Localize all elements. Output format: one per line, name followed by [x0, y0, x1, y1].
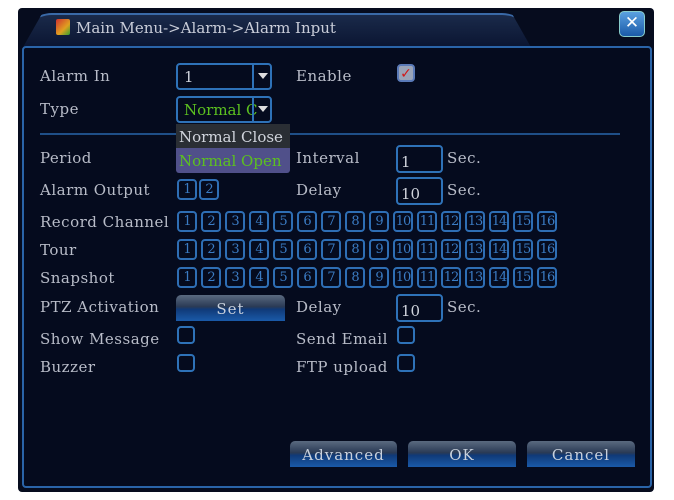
record-channel-7[interactable]: 7: [321, 211, 341, 232]
record-channel-15[interactable]: 15: [513, 211, 533, 232]
delay-input[interactable]: 10: [396, 177, 443, 205]
record-channel-13[interactable]: 13: [465, 211, 485, 232]
enable-label: Enable: [296, 67, 352, 85]
tour-14[interactable]: 14: [489, 239, 509, 260]
ptz-delay-input[interactable]: 10: [396, 294, 443, 322]
show-message-label: Show Message: [40, 330, 160, 348]
record-channel-9[interactable]: 9: [369, 211, 389, 232]
tour-12[interactable]: 12: [441, 239, 461, 260]
ptz-delay-unit: Sec.: [447, 298, 482, 316]
snapshot-7[interactable]: 7: [321, 267, 341, 288]
snapshot-14[interactable]: 14: [489, 267, 509, 288]
snapshot-15[interactable]: 15: [513, 267, 533, 288]
buzzer-label: Buzzer: [40, 358, 96, 376]
record-channel-10[interactable]: 10: [393, 211, 413, 232]
tour-6[interactable]: 6: [297, 239, 317, 260]
show-message-checkbox[interactable]: [177, 326, 195, 344]
option-normal-open[interactable]: Normal Open: [176, 148, 290, 172]
record-channel-11[interactable]: 11: [417, 211, 437, 232]
tour-7[interactable]: 7: [321, 239, 341, 260]
record-channel-5[interactable]: 5: [273, 211, 293, 232]
ftp-upload-label: FTP upload: [296, 358, 388, 376]
alarm-in-select[interactable]: 1: [176, 63, 272, 90]
record-channel-6[interactable]: 6: [297, 211, 317, 232]
record-channel-4[interactable]: 4: [249, 211, 269, 232]
ptz-activation-label: PTZ Activation: [40, 298, 160, 316]
type-value: Normal C: [184, 101, 258, 119]
type-select[interactable]: Normal C: [176, 96, 272, 123]
tour-label: Tour: [40, 241, 77, 259]
record-channel-label: Record Channel: [40, 213, 170, 231]
tour-8[interactable]: 8: [345, 239, 365, 260]
enable-checkbox[interactable]: ✓: [397, 64, 415, 82]
snapshot-8[interactable]: 8: [345, 267, 365, 288]
send-email-label: Send Email: [296, 330, 388, 348]
tour-5[interactable]: 5: [273, 239, 293, 260]
snapshot-10[interactable]: 10: [393, 267, 413, 288]
interval-unit: Sec.: [447, 149, 482, 167]
tour-15[interactable]: 15: [513, 239, 533, 260]
snapshot-3[interactable]: 3: [225, 267, 245, 288]
snapshot-1[interactable]: 1: [177, 267, 197, 288]
snapshot-4[interactable]: 4: [249, 267, 269, 288]
chevron-down-icon[interactable]: [252, 65, 270, 88]
ptz-set-button[interactable]: Set: [176, 295, 285, 321]
alarm-output-1[interactable]: 1: [177, 179, 197, 200]
snapshot-6[interactable]: 6: [297, 267, 317, 288]
alarm-in-label: Alarm In: [40, 67, 111, 85]
snapshot-16[interactable]: 16: [537, 267, 557, 288]
snapshot-12[interactable]: 12: [441, 267, 461, 288]
app-icon: [56, 19, 70, 35]
record-channel-2[interactable]: 2: [201, 211, 221, 232]
delay-label: Delay: [296, 181, 342, 199]
period-label: Period: [40, 149, 92, 167]
record-channel-12[interactable]: 12: [441, 211, 461, 232]
ok-button[interactable]: OK: [408, 441, 516, 467]
tour-2[interactable]: 2: [201, 239, 221, 260]
send-email-checkbox[interactable]: [397, 326, 415, 344]
type-dropdown: Normal Close Normal Open: [176, 124, 290, 173]
option-normal-close[interactable]: Normal Close: [176, 124, 290, 148]
interval-label: Interval: [296, 149, 360, 167]
window-title: Main Menu->Alarm->Alarm Input: [76, 19, 336, 37]
record-channel-16[interactable]: 16: [537, 211, 557, 232]
alarm-in-value: 1: [184, 68, 194, 86]
record-channel-14[interactable]: 14: [489, 211, 509, 232]
divider: [40, 133, 620, 135]
tour-9[interactable]: 9: [369, 239, 389, 260]
ftp-upload-checkbox[interactable]: [397, 354, 415, 372]
snapshot-13[interactable]: 13: [465, 267, 485, 288]
cancel-button[interactable]: Cancel: [527, 441, 635, 467]
delay-unit: Sec.: [447, 181, 482, 199]
type-label: Type: [40, 100, 79, 118]
snapshot-label: Snapshot: [40, 269, 115, 287]
advanced-button[interactable]: Advanced: [290, 441, 397, 467]
snapshot-11[interactable]: 11: [417, 267, 437, 288]
interval-input[interactable]: 1: [396, 145, 443, 173]
chevron-down-icon[interactable]: [252, 98, 270, 121]
snapshot-9[interactable]: 9: [369, 267, 389, 288]
tour-13[interactable]: 13: [465, 239, 485, 260]
ptz-delay-label: Delay: [296, 298, 342, 316]
record-channel-3[interactable]: 3: [225, 211, 245, 232]
snapshot-2[interactable]: 2: [201, 267, 221, 288]
tour-3[interactable]: 3: [225, 239, 245, 260]
buzzer-checkbox[interactable]: [177, 354, 195, 372]
snapshot-5[interactable]: 5: [273, 267, 293, 288]
record-channel-1[interactable]: 1: [177, 211, 197, 232]
tour-16[interactable]: 16: [537, 239, 557, 260]
tour-4[interactable]: 4: [249, 239, 269, 260]
tour-11[interactable]: 11: [417, 239, 437, 260]
tour-10[interactable]: 10: [393, 239, 413, 260]
alarm-output-2[interactable]: 2: [199, 179, 219, 200]
close-button[interactable]: ✕: [619, 11, 645, 37]
tour-1[interactable]: 1: [177, 239, 197, 260]
alarm-output-label: Alarm Output: [40, 181, 151, 199]
record-channel-8[interactable]: 8: [345, 211, 365, 232]
